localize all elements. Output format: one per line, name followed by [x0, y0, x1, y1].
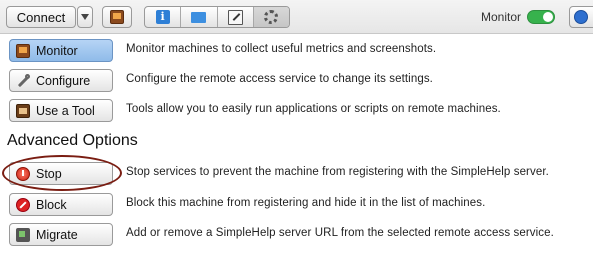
- configure-description: Configure the remote access service to c…: [126, 73, 433, 85]
- migrate-button-label: Migrate: [36, 227, 78, 242]
- use-a-tool-button-label: Use a Tool: [36, 103, 95, 118]
- settings-tab[interactable]: [253, 7, 289, 27]
- monitor-icon: [16, 43, 30, 58]
- folder-tab[interactable]: [181, 7, 218, 27]
- globe-button[interactable]: [569, 6, 593, 28]
- migrate-description: Add or remove a SimpleHelp server URL fr…: [126, 227, 554, 239]
- block-icon: [16, 197, 30, 212]
- stop-description: Stop services to prevent the machine fro…: [126, 166, 549, 178]
- action-row-migrate: Migrate Add or remove a SimpleHelp serve…: [0, 223, 593, 247]
- stop-icon: [16, 166, 30, 181]
- edit-tab[interactable]: [218, 7, 254, 27]
- monitor-description: Monitor machines to collect useful metri…: [126, 43, 437, 55]
- configure-button-label: Configure: [36, 73, 91, 88]
- toolbar: Connect i Monitor: [0, 0, 593, 34]
- wrench-icon: [16, 73, 30, 88]
- monitor-app-button[interactable]: [102, 6, 132, 28]
- info-icon: i: [155, 10, 170, 24]
- advanced-options-heading: Advanced Options: [7, 132, 138, 149]
- monitor-app-icon: [110, 10, 124, 24]
- folder-icon: [191, 11, 207, 23]
- action-row-use-tool: Use a Tool Tools allow you to easily run…: [0, 99, 593, 123]
- block-button[interactable]: Block: [9, 193, 113, 216]
- monitor-toggle[interactable]: [527, 10, 555, 24]
- monitor-button-label: Monitor: [36, 43, 78, 58]
- block-button-label: Block: [36, 197, 67, 212]
- action-row-stop: Stop Stop services to prevent the machin…: [0, 162, 593, 186]
- use-a-tool-description: Tools allow you to easily run applicatio…: [126, 103, 501, 115]
- view-segmented-control: i: [144, 6, 290, 28]
- configure-button[interactable]: Configure: [9, 69, 113, 92]
- migrate-button[interactable]: Migrate: [9, 223, 113, 246]
- globe-icon: [574, 10, 588, 24]
- connect-dropdown-arrow[interactable]: [77, 6, 93, 28]
- action-row-monitor: Monitor Monitor machines to collect usef…: [0, 39, 593, 63]
- tool-icon: [16, 103, 30, 118]
- stop-button-label: Stop: [36, 166, 62, 181]
- use-a-tool-button[interactable]: Use a Tool: [9, 99, 113, 122]
- gear-icon: [264, 10, 279, 24]
- edit-icon: [227, 9, 243, 25]
- connect-button[interactable]: Connect: [6, 6, 76, 28]
- block-description: Block this machine from registering and …: [126, 197, 486, 209]
- migrate-icon: [16, 227, 30, 242]
- monitor-button[interactable]: Monitor: [9, 39, 113, 62]
- info-tab[interactable]: i: [145, 7, 182, 27]
- action-row-configure: Configure Configure the remote access se…: [0, 69, 593, 93]
- action-row-block: Block Block this machine from registerin…: [0, 193, 593, 217]
- stop-button[interactable]: Stop: [9, 162, 113, 185]
- monitor-toggle-label: Monitor: [481, 10, 522, 24]
